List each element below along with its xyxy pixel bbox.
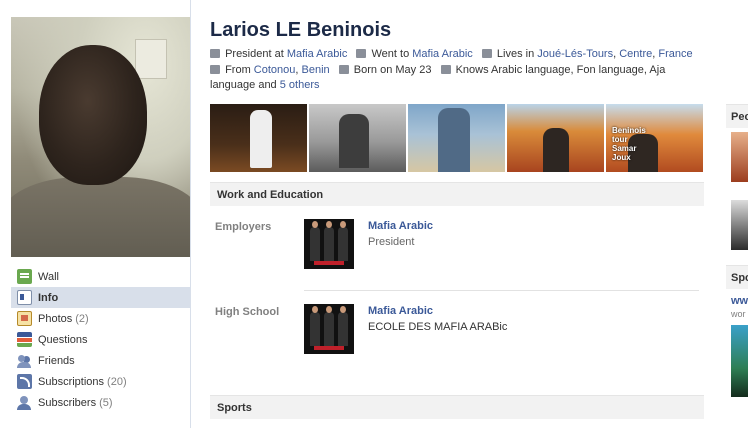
photo-figure [438, 108, 470, 172]
school-logo[interactable] [304, 304, 354, 354]
sidebar-item-friends[interactable]: Friends [11, 350, 190, 371]
row-divider [304, 290, 699, 291]
from-separator: , [295, 63, 299, 76]
logo-text-bar [314, 346, 344, 350]
globe-icon [440, 64, 451, 74]
employer-logo[interactable] [304, 219, 354, 269]
briefcase-icon [210, 49, 220, 58]
photo-thumbnail[interactable] [408, 104, 505, 172]
right-thumbnail[interactable] [731, 132, 748, 182]
photo-thumbnail[interactable] [507, 104, 604, 172]
light-switch [135, 39, 167, 79]
photo-figure [250, 110, 272, 168]
sidebar-item-label: Info [38, 291, 59, 304]
profile-picture[interactable] [11, 17, 190, 257]
photo-thumbnail[interactable]: Beninois tour Samar Joux [606, 104, 703, 172]
graduation-cap-icon [356, 49, 367, 58]
sidebar-item-label: Friends [38, 354, 75, 367]
subscriptions-icon [17, 374, 32, 389]
lives-separator: , [613, 48, 617, 60]
questions-icon [17, 332, 32, 347]
lives-region-link[interactable]: Centre [619, 48, 652, 60]
photo-thumbnail[interactable] [309, 104, 406, 172]
sidebar-item-label: Wall [38, 270, 59, 283]
right-thumbnail[interactable] [731, 200, 748, 250]
school-prefix: Went to [371, 48, 410, 60]
lives-prefix: Lives in [496, 48, 535, 60]
logo-figure [310, 221, 320, 261]
employer-role: President [368, 236, 415, 248]
right-page-link[interactable]: www [731, 295, 748, 307]
logo-text-bar [314, 261, 344, 265]
logo-figure [324, 221, 334, 261]
lives-city-link[interactable]: Joué-Lés-Tours [537, 48, 613, 60]
sidebar-item-count: (20) [107, 375, 127, 388]
subscribers-icon [17, 395, 32, 410]
friends-icon [17, 353, 32, 368]
from-country-link[interactable]: Benin [302, 64, 330, 76]
profile-bio: President at Mafia Arabic Went to Mafia … [210, 47, 704, 94]
sidebar-item-count: (2) [75, 312, 89, 325]
sidebar-item-subscriptions[interactable]: Subscriptions (20) [11, 371, 190, 392]
city-icon [481, 49, 492, 58]
work-prefix: President at [225, 48, 284, 60]
from-city-link[interactable]: Cotonou [254, 64, 296, 76]
photo-figure [339, 114, 369, 168]
high-school-label: High School [215, 306, 280, 318]
sidebar-item-label: Subscribers [38, 396, 97, 409]
profile-side-nav: Wall Info Photos (2) Questions Friends S… [11, 266, 190, 413]
lives-separator: , [652, 48, 656, 60]
wall-icon [17, 269, 32, 284]
sidebar-item-count: (5) [99, 396, 113, 409]
employers-label: Employers [215, 221, 272, 233]
sidebar-item-label: Subscriptions [38, 375, 105, 388]
right-section-header-sports: Spo [726, 265, 748, 289]
school-name-link[interactable]: Mafia Arabic [368, 305, 433, 317]
sidebar-item-label: Photos [38, 312, 73, 325]
photo-figure [543, 128, 569, 172]
employer-name-link[interactable]: Mafia Arabic [368, 220, 433, 232]
left-column: Wall Info Photos (2) Questions Friends S… [0, 0, 191, 428]
school-link[interactable]: Mafia Arabic [412, 48, 473, 60]
sidebar-item-photos[interactable]: Photos (2) [11, 308, 190, 329]
sidebar-item-wall[interactable]: Wall [11, 266, 190, 287]
profile-name[interactable]: Larios LE Beninois [210, 19, 391, 42]
logo-figure [338, 306, 348, 346]
logo-figure [324, 306, 334, 346]
right-page-subtitle: wor [731, 309, 746, 319]
photo-caption: Beninois tour Samar Joux [612, 126, 646, 162]
photos-icon [17, 311, 32, 326]
section-sports-header: Sports [210, 395, 704, 419]
sidebar-item-info[interactable]: Info [11, 287, 190, 308]
photo-thumbnail[interactable] [210, 104, 307, 172]
logo-figure [338, 221, 348, 261]
section-work-education-header: Work and Education [210, 182, 704, 206]
sidebar-item-subscribers[interactable]: Subscribers (5) [11, 392, 190, 413]
sidebar-item-label: Questions [38, 333, 88, 346]
right-thumbnail[interactable] [731, 325, 748, 397]
photo-strip: Beninois tour Samar Joux [210, 104, 704, 172]
lives-country-link[interactable]: France [658, 48, 692, 60]
right-column: Peo Spo www wor [726, 0, 748, 428]
info-icon [17, 290, 32, 305]
photo-shirt [11, 177, 190, 257]
work-link[interactable]: Mafia Arabic [287, 48, 348, 60]
logo-figure [310, 306, 320, 346]
school-detail: ECOLE DES MAFIA ARABic [368, 321, 508, 333]
right-section-header-people: Peo [726, 104, 748, 128]
sidebar-item-questions[interactable]: Questions [11, 329, 190, 350]
birthday-text: Born on May 23 [353, 63, 432, 76]
photo-head [39, 45, 147, 185]
languages-others-link[interactable]: 5 others [280, 79, 320, 91]
home-icon [210, 64, 220, 74]
from-prefix: From [225, 63, 251, 76]
calendar-icon [338, 64, 349, 74]
